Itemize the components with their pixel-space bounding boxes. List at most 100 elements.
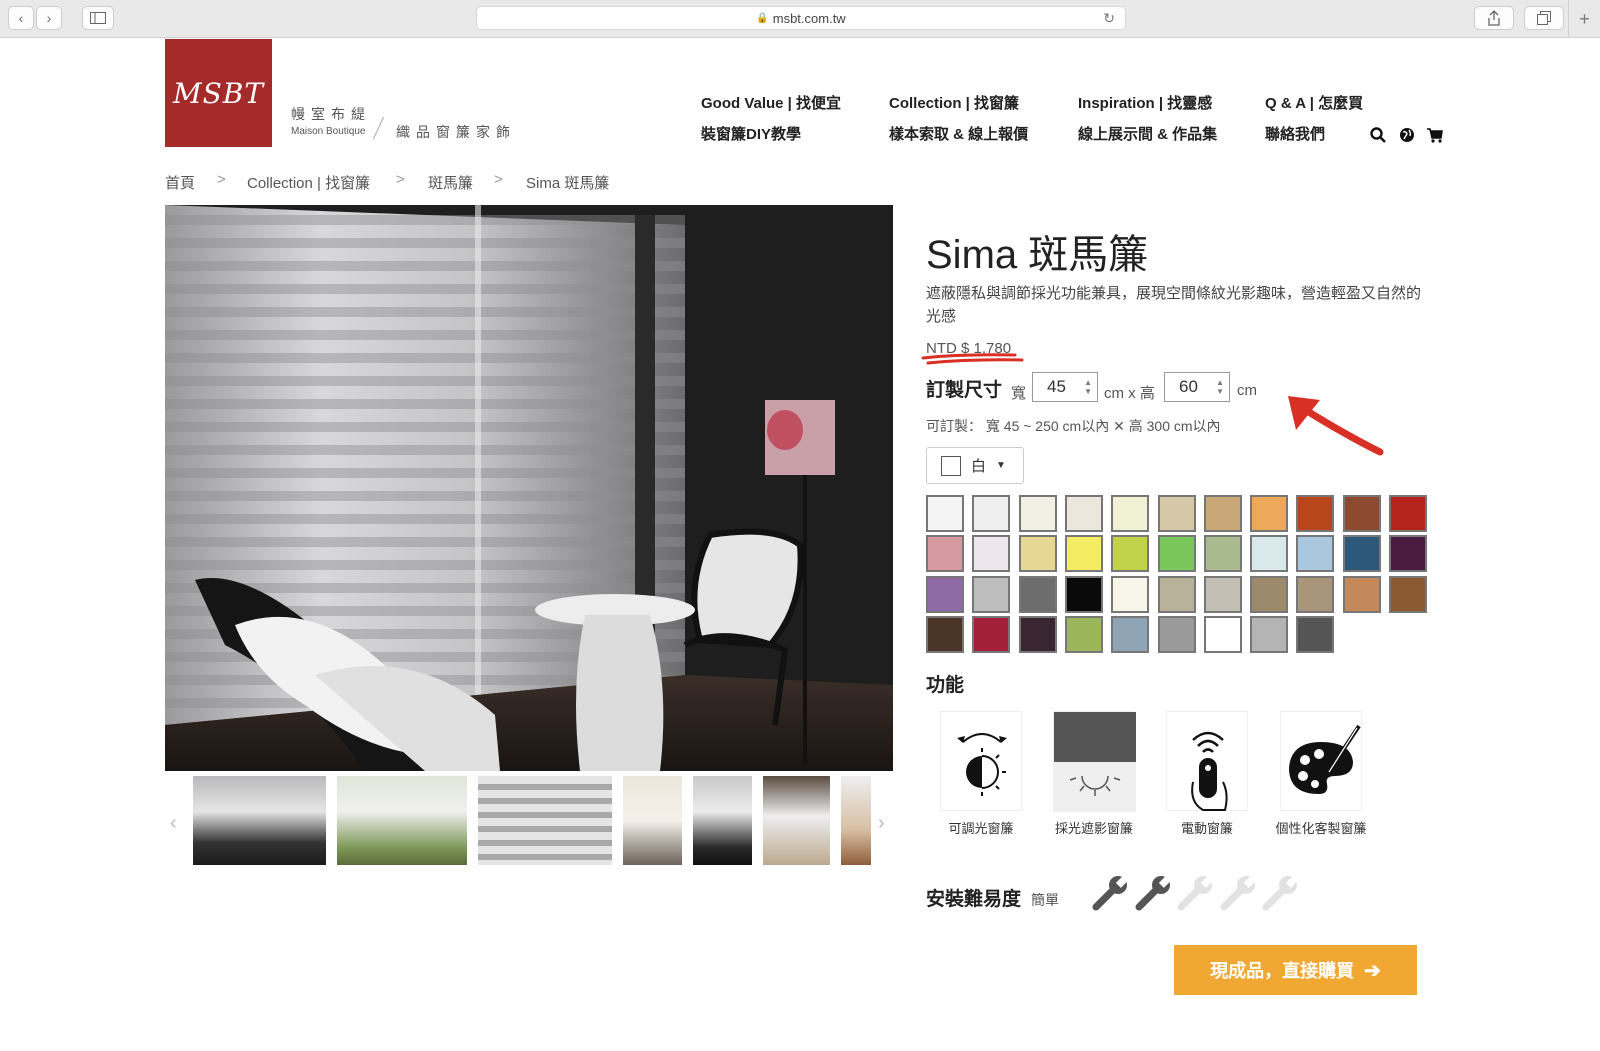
tabs-overview-icon[interactable] [1524,6,1564,30]
reload-icon[interactable]: ↻ [1103,10,1115,27]
color-swatch[interactable] [1342,495,1381,532]
width-input[interactable]: 45 ▲ ▼ [1032,372,1098,402]
color-swatch[interactable] [1296,615,1335,653]
color-swatch[interactable] [1157,575,1196,613]
color-swatch[interactable] [1018,615,1057,653]
breadcrumb-separator: > [396,171,405,188]
site-logo[interactable]: MSBT [165,39,272,147]
thumbnail[interactable] [478,776,612,865]
color-swatch[interactable] [1389,535,1427,573]
nav-inspiration[interactable]: Inspiration | 找靈感 [1078,92,1212,113]
share-icon[interactable] [1474,6,1514,30]
color-swatch[interactable] [1250,535,1289,573]
breadcrumb-category[interactable]: 斑馬簾 [428,172,473,193]
brand-tagline: 織品窗簾家飾 [396,124,516,140]
color-swatch[interactable] [1250,615,1289,653]
color-swatch[interactable] [1296,495,1335,532]
width-stepper-icon[interactable]: ▲ ▼ [1084,378,1092,396]
address-bar[interactable]: 🔒 msbt.com.tw ↻ [476,6,1126,30]
buy-now-button[interactable]: 現成品，直接購買 ➔ [1174,945,1417,995]
color-swatch[interactable] [1203,575,1242,613]
search-icon[interactable] [1369,126,1387,144]
product-title: Sima 斑馬簾 [926,233,1149,277]
back-button[interactable]: ‹ [8,6,34,30]
color-swatch[interactable] [1111,575,1150,613]
new-tab-button[interactable]: + [1568,0,1600,38]
color-swatch[interactable] [972,615,1011,653]
thumbs-prev-icon[interactable]: ‹ [170,812,177,835]
color-swatch[interactable] [1203,495,1242,532]
color-swatch[interactable] [926,615,964,653]
color-swatch[interactable] [1018,535,1057,573]
cart-icon[interactable] [1426,126,1444,144]
color-swatch[interactable] [1018,495,1057,532]
color-swatch[interactable] [1064,495,1103,532]
color-swatch[interactable] [1018,575,1057,613]
size-label: 訂製尺寸 [926,380,1003,401]
size-range-note: 可訂製： 寬 45 ~ 250 cm以內 ✕ 高 300 cm以內 [926,418,1221,434]
color-swatch[interactable] [1111,535,1150,573]
globe-icon[interactable] [1398,126,1416,144]
height-label: cm x 高 [1104,385,1155,402]
feature-label-dimmable: 可調光窗簾 [948,821,1014,836]
thumbs-next-icon[interactable]: › [878,812,885,835]
nav-qa[interactable]: Q & A | 怎麼買 [1265,92,1363,113]
sidebar-toggle-icon[interactable] [82,6,114,30]
thumbnail[interactable] [193,776,326,865]
forward-button[interactable]: › [36,6,62,30]
color-dropdown[interactable]: 白 ▼ [926,447,1024,484]
height-input[interactable]: 60 ▲ ▼ [1164,372,1230,402]
nav-contact[interactable]: 聯絡我們 [1265,123,1325,144]
color-swatch[interactable] [1157,535,1196,573]
color-swatch[interactable] [1064,575,1103,613]
breadcrumb-home[interactable]: 首頁 [165,172,195,193]
color-swatch[interactable] [1064,615,1103,653]
color-swatch[interactable] [926,535,964,573]
features-title: 功能 [926,675,965,696]
color-swatch[interactable] [1064,535,1103,573]
color-swatch[interactable] [1250,575,1289,613]
color-swatch[interactable] [1157,495,1196,532]
wrench-icon [1088,873,1130,915]
color-swatch[interactable] [1111,495,1150,532]
color-swatch[interactable] [926,495,964,532]
wrench-icon [1258,873,1300,915]
color-swatch[interactable] [1203,615,1242,653]
color-preview-swatch [941,455,961,476]
color-swatch[interactable] [972,495,1011,532]
arrow-annotation [1288,396,1384,456]
thumbnail[interactable] [337,776,467,865]
thumbnail[interactable] [841,776,871,865]
nav-samples[interactable]: 樣本索取 & 線上報價 [889,123,1028,144]
difficulty-label: 安裝難易度 [926,889,1022,910]
arrow-right-icon: ➔ [1364,959,1381,982]
thumbnail[interactable] [623,776,682,865]
difficulty-level-text: 簡單 [1031,892,1059,908]
browser-toolbar: ‹ › 🔒 msbt.com.tw ↻ + [0,0,1600,38]
color-swatch[interactable] [1389,495,1427,532]
color-swatch[interactable] [1203,535,1242,573]
color-swatch[interactable] [1250,495,1289,532]
thumbnail[interactable] [693,776,752,865]
color-swatch[interactable] [1342,535,1381,573]
nav-showroom[interactable]: 線上展示間 & 作品集 [1078,123,1217,144]
color-swatch[interactable] [1296,575,1335,613]
palette-icon [1280,711,1362,811]
breadcrumb-separator: > [494,171,503,188]
color-swatch[interactable] [1389,575,1427,613]
color-swatch[interactable] [972,535,1011,573]
height-stepper-icon[interactable]: ▲ ▼ [1216,378,1224,396]
feature-label-custom: 個性化客製窗簾 [1275,821,1367,836]
color-swatch[interactable] [1296,535,1335,573]
color-swatch[interactable] [1157,615,1196,653]
product-main-image[interactable] [165,205,893,771]
breadcrumb-collection[interactable]: Collection | 找窗簾 [247,172,370,193]
nav-good-value[interactable]: Good Value | 找便宜 [701,92,841,113]
color-swatch[interactable] [1111,615,1150,653]
color-swatch[interactable] [1342,575,1381,613]
thumbnail[interactable] [763,776,830,865]
nav-diy[interactable]: 裝窗簾DIY教學 [701,123,801,144]
color-swatch[interactable] [972,575,1011,613]
nav-collection[interactable]: Collection | 找窗簾 [889,92,1019,113]
color-swatch[interactable] [926,575,964,613]
